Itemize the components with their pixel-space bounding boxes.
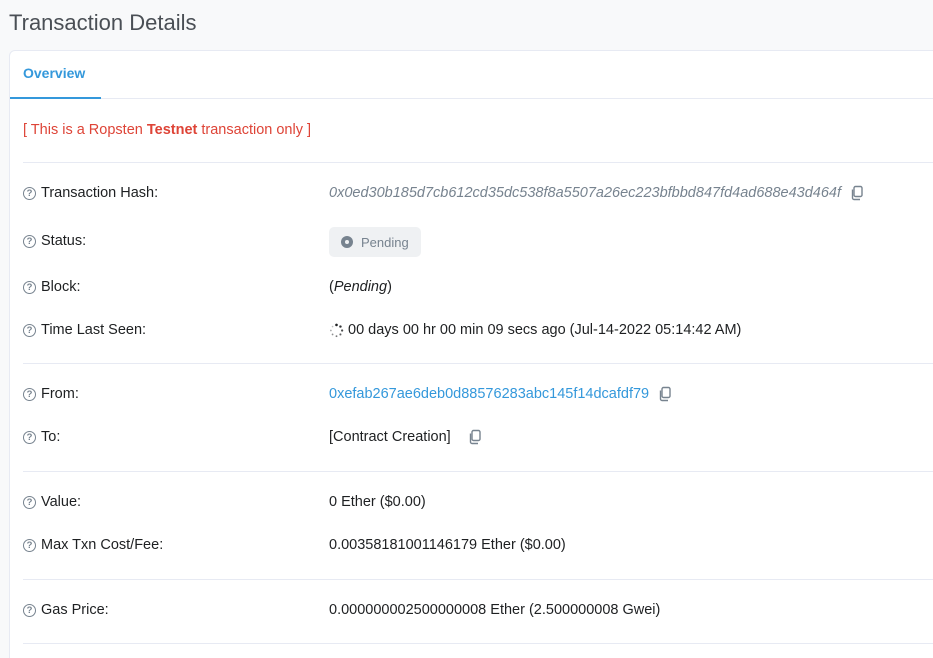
notice-bold: Testnet xyxy=(146,122,198,138)
label-value: Value: xyxy=(41,494,82,510)
copy-icon[interactable] xyxy=(849,185,865,201)
section-value xyxy=(23,472,933,580)
row-status: ? Status: Pending xyxy=(23,227,923,257)
notice-suffix: transaction only ] xyxy=(197,122,312,138)
copy-icon[interactable] xyxy=(657,386,673,402)
time-last-seen-value: 00 days 00 hr 00 min 09 secs ago (Jul-14… xyxy=(348,322,742,338)
help-icon[interactable]: ? xyxy=(23,430,36,444)
status-badge: Pending xyxy=(329,227,421,257)
help-icon[interactable]: ? xyxy=(23,495,36,509)
gas-price-value: 0.000000002500000008 Ether (2.500000008 … xyxy=(329,602,661,618)
row-block: ? Block: (Pending) xyxy=(23,279,923,299)
label-time-last-seen: Time Last Seen: xyxy=(41,322,147,338)
from-address-link[interactable]: 0xefab267ae6deb0d88576283abc145f14dcafdf… xyxy=(329,386,649,402)
testnet-notice: [ This is a Ropsten Testnet transaction … xyxy=(23,99,933,163)
help-icon[interactable]: ? xyxy=(23,387,36,401)
help-icon[interactable]: ? xyxy=(23,538,36,552)
block-close-paren: ) xyxy=(387,279,392,295)
value-amount: 0 Ether ($0.00) xyxy=(329,494,426,510)
row-value: ? Value: 0 Ether ($0.00) xyxy=(23,494,923,514)
row-gas-price: ? Gas Price: 0.000000002500000008 Ether … xyxy=(23,602,923,622)
row-max-fee: ? Max Txn Cost/Fee: 0.00358181001146179 … xyxy=(23,537,923,557)
notice-prefix: [ This is a Ropsten xyxy=(23,122,147,138)
tab-bar: Overview xyxy=(10,51,933,99)
section-addresses xyxy=(23,364,933,472)
tab-overview[interactable]: Overview xyxy=(10,51,101,99)
spinner-icon xyxy=(330,323,344,337)
help-icon[interactable]: ? xyxy=(23,603,36,617)
help-icon[interactable]: ? xyxy=(23,186,36,200)
transaction-hash-value[interactable]: 0x0ed30b185d7cb612cd35dc538f8a5507a26ec2… xyxy=(329,185,841,201)
label-block: Block: xyxy=(41,279,81,295)
row-time-last-seen: ? Time Last Seen: 00 days 00 hr 00 min 0… xyxy=(23,322,923,342)
label-to: To: xyxy=(41,429,61,445)
to-value: [Contract Creation] xyxy=(329,429,451,445)
help-icon[interactable]: ? xyxy=(23,280,36,294)
copy-icon[interactable] xyxy=(467,429,483,445)
overview-panel: [ This is a Ropsten Testnet transaction … xyxy=(10,99,933,644)
help-icon[interactable]: ? xyxy=(23,323,36,337)
help-icon[interactable]: ? xyxy=(23,234,36,248)
dot-circle-icon xyxy=(341,236,353,248)
row-from: ? From: 0xefab267ae6deb0d88576283abc145f… xyxy=(23,386,923,406)
label-transaction-hash: Transaction Hash: xyxy=(41,185,159,201)
label-max-fee: Max Txn Cost/Fee: xyxy=(41,537,164,553)
row-to: ? To: [Contract Creation] xyxy=(23,429,923,449)
block-value: Pending xyxy=(333,279,388,295)
row-transaction-hash: ? Transaction Hash: 0x0ed30b185d7cb612cd… xyxy=(23,185,923,205)
page-title: Transaction Details xyxy=(9,10,197,35)
transaction-card: Overview [ This is a Ropsten Testnet tra… xyxy=(9,50,933,658)
label-from: From: xyxy=(41,386,79,402)
label-status: Status: xyxy=(41,233,87,249)
status-value: Pending xyxy=(361,234,409,250)
max-fee-value: 0.00358181001146179 Ether ($0.00) xyxy=(329,537,566,553)
label-gas-price: Gas Price: xyxy=(41,602,109,618)
